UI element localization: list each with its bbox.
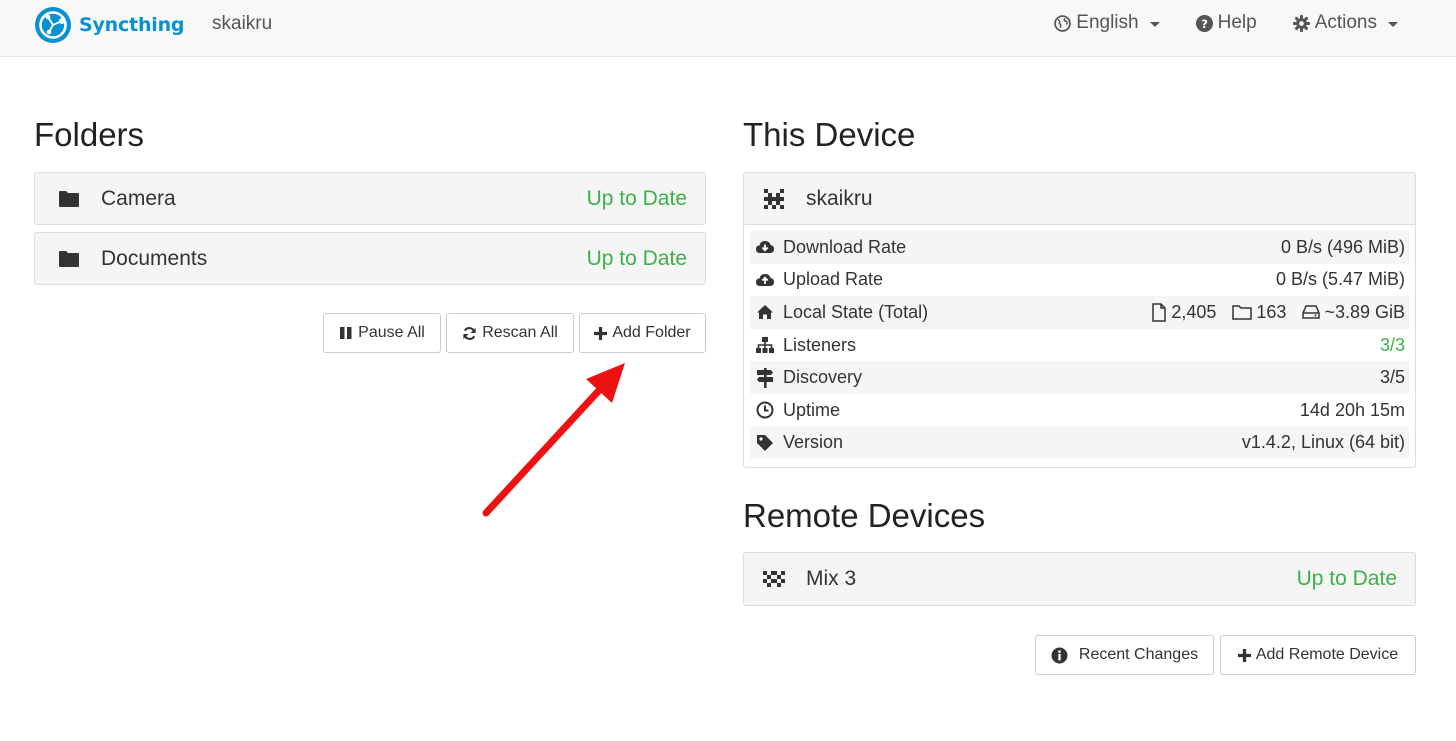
row-value: v1.4.2, Linux (64 bit) (1241, 432, 1405, 453)
actions-label: Actions (1314, 12, 1377, 33)
row-value: 14d 20h 15m (1299, 399, 1405, 420)
local-dirs-count: 163 (1256, 301, 1287, 322)
home-icon (754, 304, 776, 320)
local-size: ~3.89 GiB (1324, 301, 1405, 322)
device-identicon-icon (762, 567, 786, 591)
help-menu[interactable]: ? Help (1195, 12, 1257, 34)
local-files-count: 2,405 (1171, 301, 1217, 322)
rescan-all-label: Rescan All (482, 324, 558, 341)
row-label: Local State (Total) (783, 301, 929, 322)
row-label: Download Rate (783, 236, 907, 257)
folder-status: Up to Date (586, 246, 687, 270)
sitemap-icon (754, 336, 776, 354)
version-row: Version v1.4.2, Linux (64 bit) (750, 426, 1409, 460)
cloud-download-icon (754, 239, 776, 255)
this-device-heading: This Device (743, 116, 916, 153)
row-label: Upload Rate (783, 269, 884, 290)
hostname: skaikru (212, 13, 273, 34)
syncthing-logo-icon (35, 7, 71, 43)
remote-device-name: Mix 3 (806, 567, 857, 590)
chevron-down-icon (1388, 21, 1398, 27)
rescan-all-button[interactable]: Rescan All (446, 313, 574, 353)
language-label: English (1076, 12, 1139, 33)
folder-icon (57, 247, 81, 271)
local-state-values: 2,405 163 ~3.89 GiB (1151, 302, 1405, 323)
folder-status: Up to Date (586, 186, 687, 210)
add-folder-button[interactable]: Add Folder (579, 313, 706, 353)
discovery-row: Discovery 3/5 (750, 361, 1409, 394)
pause-all-label: Pause All (358, 324, 425, 341)
navbar: Syncthing skaikru English ? Help Actions (0, 0, 1456, 57)
this-device-name: skaikru (806, 186, 873, 210)
remote-device-panel-mix3[interactable]: Mix 3 Up to Date (743, 552, 1416, 606)
row-label: Listeners (783, 334, 857, 355)
local-state-row: Local State (Total) 2,405 163 ~3.89 GiB (750, 296, 1409, 329)
info-circle-icon (1051, 647, 1068, 663)
add-remote-device-button[interactable]: Add Remote Device (1220, 635, 1416, 675)
device-identicon-icon (762, 187, 786, 211)
folder-name: Documents (101, 246, 208, 270)
uptime-row: Uptime 14d 20h 15m (750, 394, 1409, 427)
brand-logo[interactable]: Syncthing (33, 5, 185, 45)
folder-panel-documents[interactable]: Documents Up to Date (34, 232, 706, 285)
listeners-row: Listeners 3/3 (750, 329, 1409, 362)
help-label: Help (1217, 12, 1257, 33)
gear-icon (1292, 14, 1310, 32)
row-value: 0 B/s (496 MiB) (1280, 236, 1405, 257)
row-label: Discovery (783, 367, 863, 388)
add-folder-label: Add Folder (612, 324, 691, 341)
folders-heading: Folders (34, 116, 145, 153)
file-icon (1152, 303, 1167, 322)
folder-panel-camera[interactable]: Camera Up to Date (34, 172, 706, 225)
language-menu[interactable]: English (1054, 12, 1160, 34)
tag-icon (754, 434, 776, 452)
clock-icon (754, 401, 776, 419)
row-value: 0 B/s (5.47 MiB) (1275, 269, 1405, 290)
upload-rate-row: Upload Rate 0 B/s (5.47 MiB) (750, 264, 1409, 297)
pause-icon (340, 327, 352, 339)
plus-icon (594, 326, 608, 340)
row-label: Uptime (783, 399, 841, 420)
signpost-icon (754, 367, 776, 388)
plus-icon (1237, 648, 1251, 662)
remote-device-status: Up to Date (1296, 567, 1397, 590)
hdd-icon (1302, 305, 1321, 320)
brand-name: Syncthing (79, 14, 185, 36)
this-device-table: Download Rate 0 B/s (496 MiB) Upload Rat… (750, 231, 1409, 460)
pause-all-button[interactable]: Pause All (323, 313, 441, 353)
download-rate-row: Download Rate 0 B/s (496 MiB) (750, 231, 1409, 264)
folder-icon (57, 187, 81, 211)
recent-changes-label: Recent Changes (1078, 646, 1199, 663)
globe-icon (1054, 14, 1072, 32)
add-remote-device-label: Add Remote Device (1255, 646, 1399, 663)
cloud-upload-icon (754, 272, 776, 288)
annotation-arrow-icon (482, 363, 625, 517)
row-value: 3/3 (1379, 334, 1405, 355)
folder-open-icon (1232, 305, 1253, 321)
actions-menu[interactable]: Actions (1292, 12, 1398, 34)
question-circle-icon: ? (1195, 14, 1213, 32)
this-device-header[interactable]: skaikru (744, 173, 1415, 225)
refresh-icon (463, 326, 476, 340)
remote-devices-heading: Remote Devices (743, 497, 986, 534)
folder-name: Camera (101, 186, 176, 210)
row-label: Version (783, 432, 844, 453)
recent-changes-button[interactable]: Recent Changes (1035, 635, 1214, 675)
chevron-down-icon (1149, 21, 1160, 27)
svg-text:?: ? (1201, 16, 1208, 30)
row-value: 3/5 (1379, 367, 1405, 388)
